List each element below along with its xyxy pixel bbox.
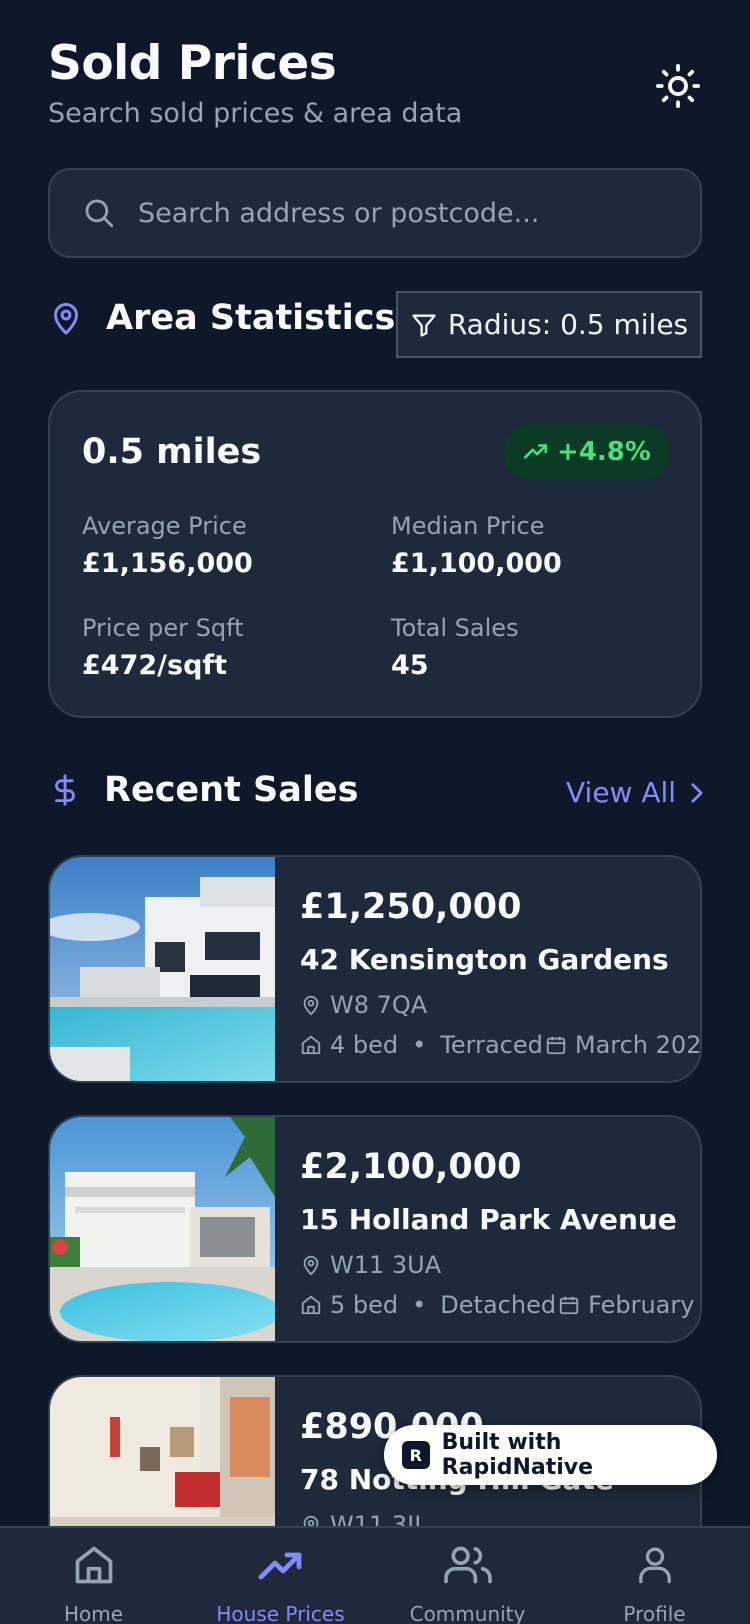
sale-meta: 4 bed • Terraced March 2024 [300, 1031, 702, 1059]
property-photo [50, 857, 275, 1081]
sale-address: 15 Holland Park Avenue [300, 1203, 677, 1236]
map-pin-icon [303, 1255, 319, 1276]
area-stats-card: 0.5 miles +4.8% Average Price £1,156,000… [48, 390, 702, 718]
section-title: Area Statistics [106, 298, 396, 338]
bottom-nav: Home House Prices Community Profile [0, 1526, 750, 1624]
nav-label: House Prices [216, 1602, 345, 1624]
stat-label: Price per Sqft [82, 614, 244, 642]
nav-item-house-prices[interactable]: House Prices [187, 1528, 374, 1624]
postcode-text: W8 7QA [330, 991, 428, 1019]
home-icon [75, 1546, 112, 1584]
postcode-text: W11 3UA [330, 1251, 442, 1279]
search-icon [85, 199, 114, 228]
nav-item-community[interactable]: Community [374, 1528, 561, 1624]
sale-beds: 5 bed [330, 1291, 399, 1319]
search-input[interactable] [138, 197, 658, 229]
sale-date: February 2024 [588, 1291, 700, 1319]
sale-type: Terraced [440, 1031, 543, 1059]
nav-label: Community [409, 1602, 526, 1624]
sale-card[interactable]: £1,250,000 42 Kensington Gardens W8 7QA … [48, 855, 702, 1083]
chevron-right-icon [691, 782, 703, 803]
stat-total-sales: Total Sales 45 [391, 614, 519, 681]
sale-price: £2,100,000 [300, 1147, 522, 1187]
stat-value: £1,156,000 [82, 548, 253, 579]
user-icon [638, 1547, 671, 1584]
badge-label: Built with RapidNative [441, 1430, 594, 1480]
trend-value: +4.8% [557, 437, 651, 467]
radius-filter-label: Radius: 0.5 miles [447, 308, 689, 341]
sale-card[interactable]: £2,100,000 15 Holland Park Avenue W11 3U… [48, 1115, 702, 1343]
stat-value: 45 [391, 650, 429, 681]
nav-item-home[interactable]: Home [0, 1528, 187, 1624]
trend-badge: +4.8% [504, 424, 670, 480]
dollar-icon [55, 774, 75, 806]
sale-info: £2,100,000 15 Holland Park Avenue W11 3U… [300, 1117, 700, 1341]
sale-meta: 5 bed • Detached February 2024 [300, 1291, 700, 1319]
sale-address: 42 Kensington Gardens [300, 943, 669, 976]
home-icon [301, 1035, 321, 1055]
sale-beds: 4 bed [330, 1031, 399, 1059]
stat-value: £1,100,000 [391, 548, 562, 579]
calendar-icon [546, 1036, 566, 1055]
sale-postcode: W11 3UA [300, 1251, 441, 1279]
calendar-icon [559, 1296, 579, 1315]
stats-radius: 0.5 miles [82, 432, 262, 472]
stat-label: Median Price [391, 512, 545, 540]
map-pin-icon [54, 303, 78, 335]
trending-up-icon [258, 1552, 301, 1580]
nav-item-profile[interactable]: Profile [561, 1528, 748, 1624]
sun-icon [655, 63, 701, 109]
nav-label: Home [63, 1602, 124, 1624]
search-bar[interactable] [48, 168, 702, 258]
map-pin-icon [303, 995, 319, 1016]
stat-label: Total Sales [391, 614, 519, 642]
rapidnative-logo-icon: R [402, 1441, 430, 1469]
trending-up-icon [523, 444, 548, 459]
view-all-label: View All [566, 776, 677, 809]
stat-average-price: Average Price £1,156,000 [82, 512, 253, 579]
sale-type: Detached [440, 1291, 557, 1319]
page-title: Sold Prices [48, 36, 337, 91]
home-icon [301, 1295, 321, 1315]
users-icon [443, 1546, 492, 1584]
page-subtitle: Search sold prices & area data [48, 98, 463, 129]
stat-label: Average Price [82, 512, 247, 540]
meta-separator: • [412, 1031, 427, 1059]
recent-sales-heading: Recent Sales [48, 770, 358, 810]
filter-icon [412, 314, 436, 337]
sale-info: £1,250,000 42 Kensington Gardens W8 7QA … [300, 857, 700, 1081]
sale-date: March 2024 [574, 1031, 702, 1059]
app-screen: Sold Prices Search sold prices & area da… [0, 0, 750, 1624]
theme-toggle-button[interactable] [650, 58, 706, 114]
section-title: Recent Sales [104, 770, 359, 810]
area-statistics-heading: Area Statistics [48, 298, 395, 338]
stat-price-per-sqft: Price per Sqft £472/sqft [82, 614, 244, 681]
sale-price: £1,250,000 [300, 887, 522, 927]
meta-separator: • [412, 1291, 427, 1319]
radius-filter-button[interactable]: Radius: 0.5 miles [396, 291, 702, 358]
built-with-badge[interactable]: R Built with RapidNative [384, 1425, 717, 1485]
property-photo [50, 1117, 275, 1341]
stat-median-price: Median Price £1,100,000 [391, 512, 562, 579]
view-all-link[interactable]: View All [566, 776, 704, 809]
stat-value: £472/sqft [82, 650, 228, 681]
sale-postcode: W8 7QA [300, 991, 427, 1019]
nav-label: Profile [623, 1602, 686, 1624]
